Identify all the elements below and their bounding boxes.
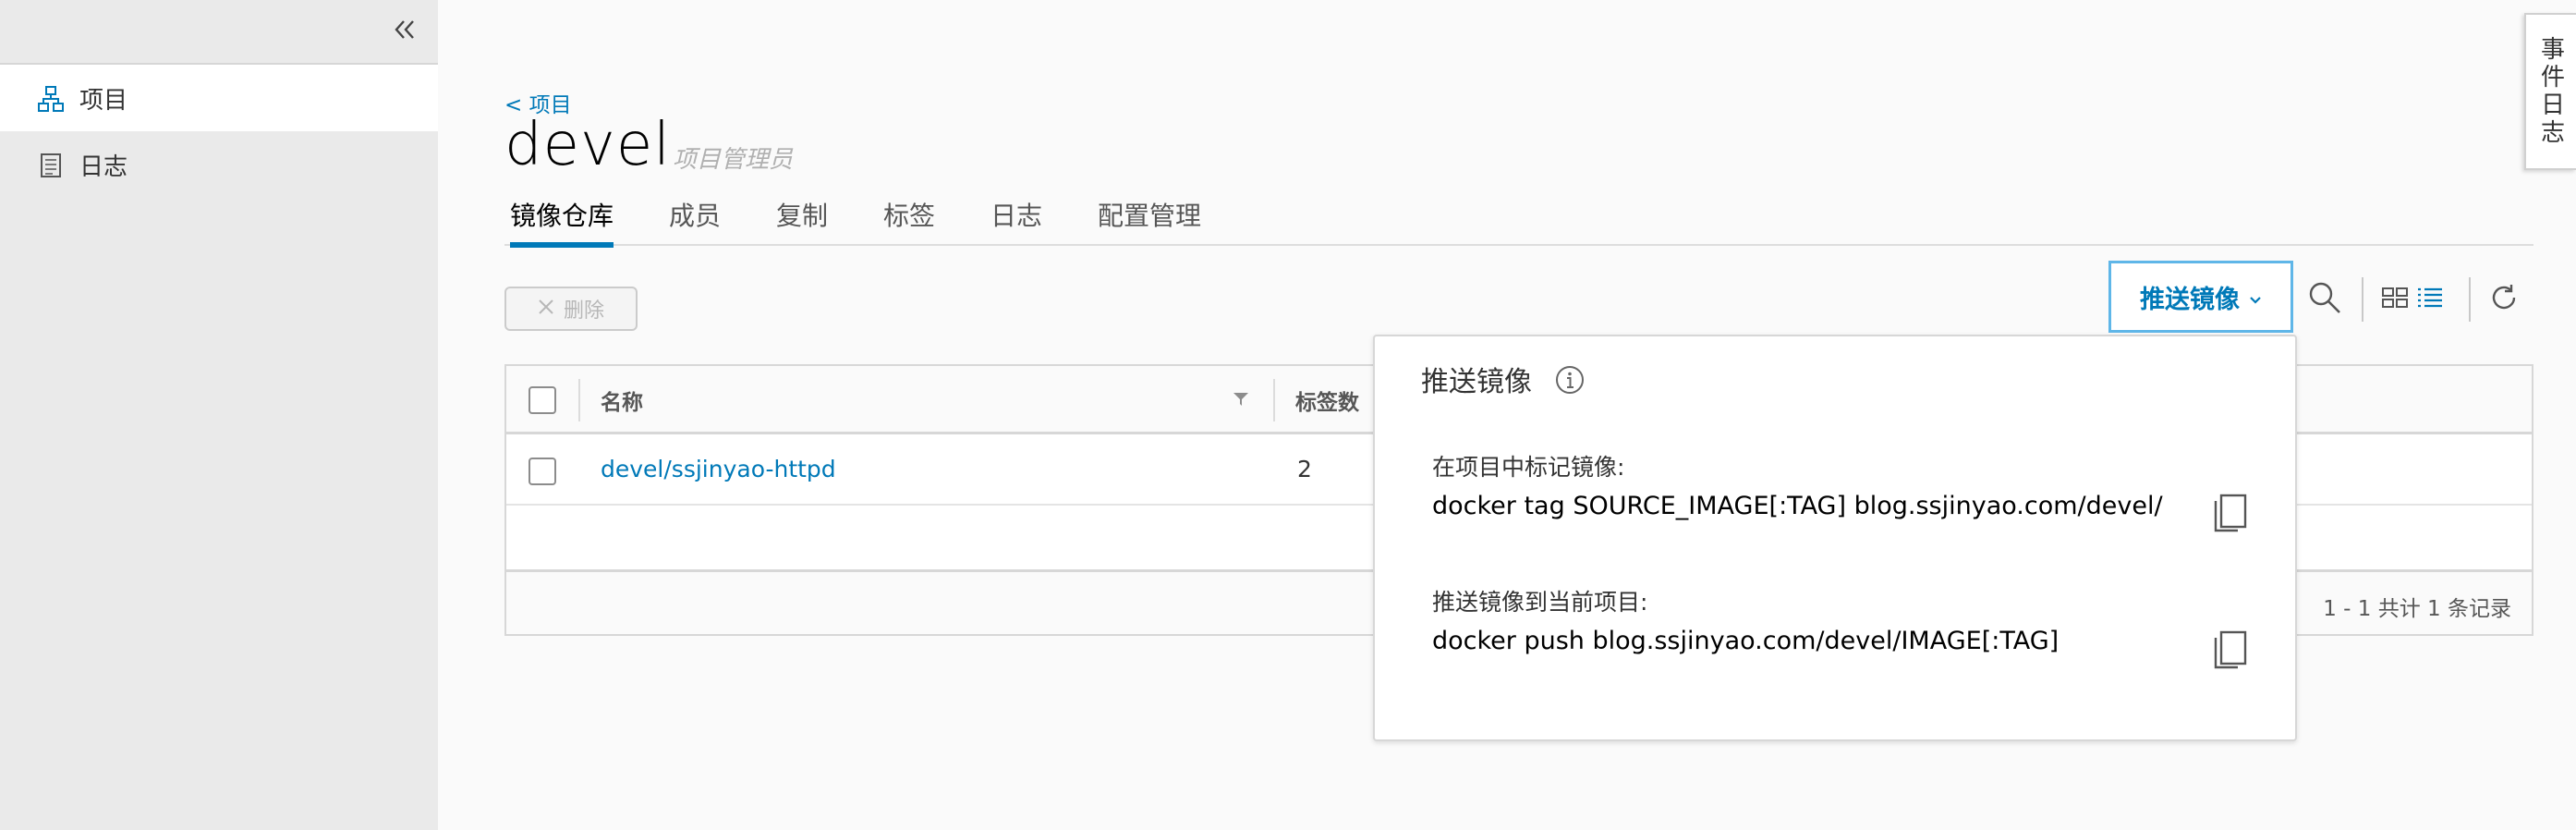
tag-count: 2 bbox=[1297, 456, 1312, 482]
list-view-icon[interactable] bbox=[2410, 277, 2450, 318]
column-header-tags[interactable]: 标签数 bbox=[1295, 384, 1359, 416]
sidebar: 项目 日志 bbox=[0, 0, 438, 830]
tag-command-label: 在项目中标记镜像: bbox=[1432, 454, 1625, 481]
info-icon[interactable] bbox=[1554, 364, 1586, 396]
tab-logs[interactable]: 日志 bbox=[990, 196, 1042, 246]
push-command-text: docker push blog.ssjinyao.com/devel/IMAG… bbox=[1432, 627, 2060, 655]
tab-repositories[interactable]: 镜像仓库 bbox=[510, 196, 614, 248]
role-label: 项目管理员 bbox=[673, 146, 794, 174]
delete-button-label: 删除 bbox=[563, 299, 604, 323]
column-divider bbox=[1273, 379, 1275, 421]
event-log-label: 事件日志 bbox=[2536, 36, 2565, 147]
tab-labels[interactable]: 标签 bbox=[883, 196, 935, 246]
push-image-button[interactable]: 推送镜像 bbox=[2108, 261, 2293, 333]
column-header-name[interactable]: 名称 bbox=[601, 384, 643, 416]
popover-title: 推送镜像 bbox=[1421, 366, 1532, 398]
copy-icon[interactable] bbox=[2212, 494, 2249, 536]
sidebar-item-label: 日志 bbox=[79, 153, 128, 181]
page-title: devel bbox=[504, 111, 672, 179]
collapse-sidebar-icon[interactable] bbox=[386, 13, 423, 46]
project-icon bbox=[37, 85, 65, 113]
tab-members[interactable]: 成员 bbox=[669, 196, 721, 246]
repository-name-link[interactable]: devel/ssjinyao-httpd bbox=[601, 456, 836, 482]
tab-bar: 镜像仓库 成员 复制 标签 日志 配置管理 bbox=[504, 189, 2533, 248]
tag-command-text: docker tag SOURCE_IMAGE[:TAG] blog.ssjin… bbox=[1432, 492, 2163, 520]
push-image-button-label: 推送镜像 bbox=[2140, 285, 2240, 314]
row-checkbox[interactable] bbox=[529, 458, 556, 485]
tab-replication[interactable]: 复制 bbox=[776, 196, 828, 246]
event-log-tab[interactable]: 事件日志 bbox=[2524, 13, 2576, 170]
delete-button[interactable]: 删除 bbox=[504, 287, 638, 331]
sidebar-item-projects[interactable]: 项目 bbox=[0, 65, 438, 131]
column-divider bbox=[578, 379, 580, 421]
log-icon bbox=[37, 152, 65, 179]
filter-icon[interactable] bbox=[1233, 392, 1249, 410]
select-all-checkbox[interactable] bbox=[529, 386, 556, 414]
chevron-down-icon bbox=[2249, 283, 2262, 311]
toolbar-divider bbox=[2362, 277, 2363, 322]
sidebar-item-logs[interactable]: 日志 bbox=[0, 131, 438, 198]
refresh-icon[interactable] bbox=[2484, 277, 2524, 318]
copy-icon[interactable] bbox=[2212, 630, 2249, 673]
pagination-summary: 1 - 1 共计 1 条记录 bbox=[2323, 597, 2511, 621]
close-icon bbox=[538, 298, 554, 321]
push-command-label: 推送镜像到当前项目: bbox=[1432, 589, 1648, 616]
search-icon[interactable] bbox=[2304, 277, 2345, 318]
tab-configuration[interactable]: 配置管理 bbox=[1098, 196, 1201, 246]
toolbar-divider bbox=[2469, 277, 2471, 322]
sidebar-item-label: 项目 bbox=[79, 86, 128, 115]
push-image-popover: 推送镜像 在项目中标记镜像: docker tag SOURCE_IMAGE[:… bbox=[1373, 335, 2297, 741]
